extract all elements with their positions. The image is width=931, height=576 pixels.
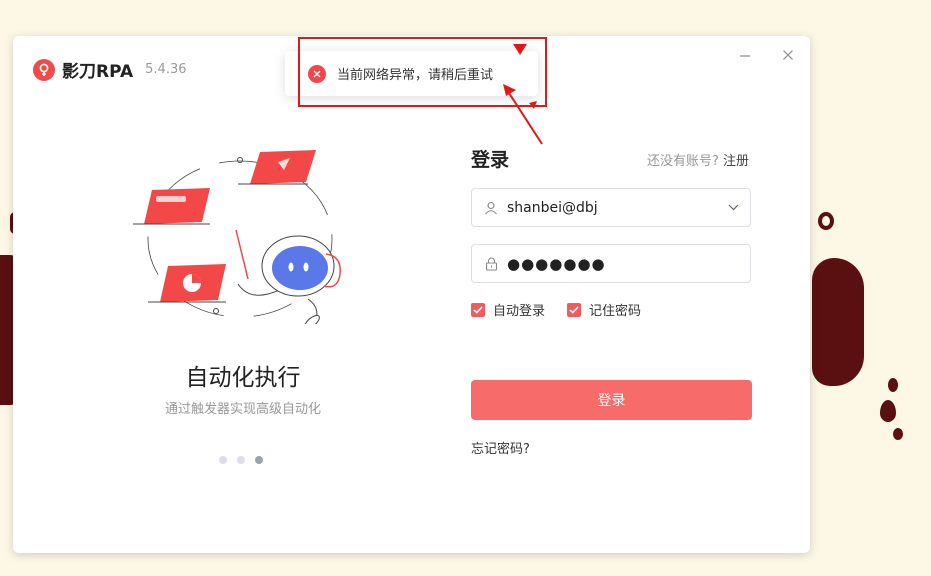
annotation-arrow-line: [508, 92, 543, 145]
annotation-arrow-marker: [529, 101, 537, 109]
annotation-arrows: [503, 44, 543, 145]
annotation-arrow-marker: [513, 44, 527, 55]
